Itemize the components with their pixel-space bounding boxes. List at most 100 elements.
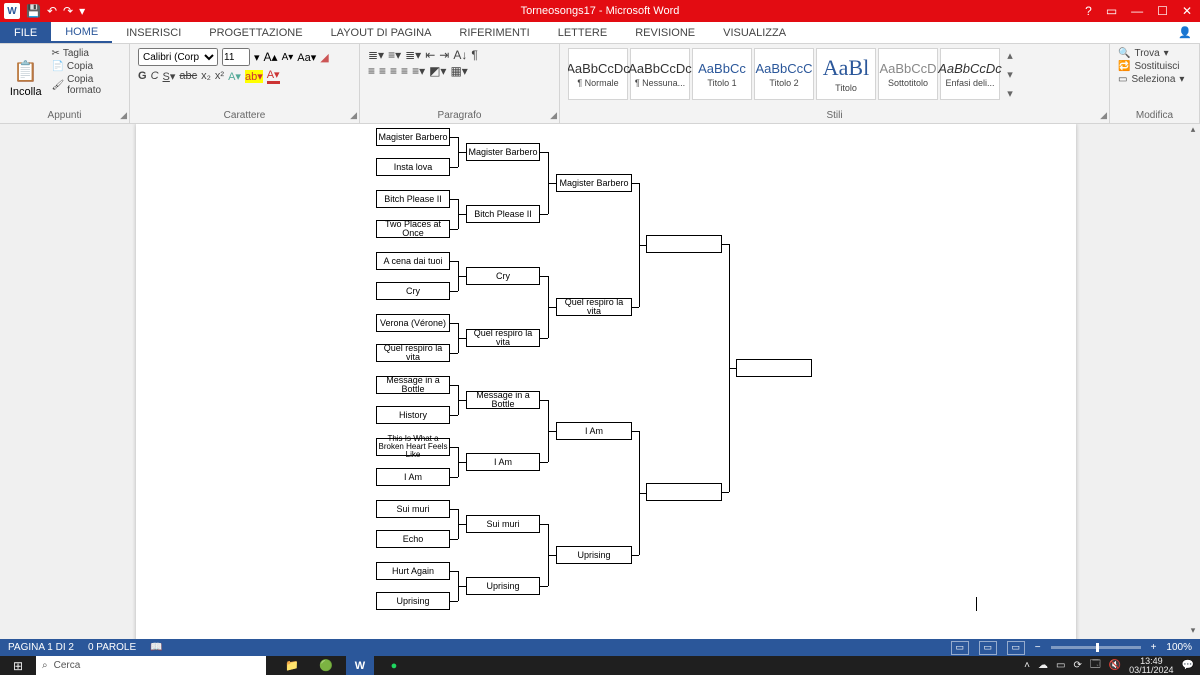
tab-revisione[interactable]: REVISIONE bbox=[621, 22, 709, 43]
notifications-icon[interactable]: 💬 bbox=[1182, 660, 1194, 671]
align-center-icon[interactable]: ≡ bbox=[379, 64, 386, 78]
cut-button[interactable]: ✂Taglia bbox=[51, 48, 121, 59]
zoom-value[interactable]: 100% bbox=[1166, 642, 1192, 653]
file-explorer-icon[interactable]: 📁 bbox=[278, 656, 306, 675]
close-icon[interactable]: ✕ bbox=[1182, 4, 1192, 18]
copy-button[interactable]: 📄Copia bbox=[51, 61, 121, 72]
network-icon[interactable]: ▭ bbox=[1056, 660, 1065, 671]
chrome-icon[interactable]: 🟢 bbox=[312, 656, 340, 675]
shrink-font-icon[interactable]: A▾ bbox=[282, 52, 294, 63]
dialog-launcher-icon[interactable]: ◢ bbox=[550, 110, 557, 121]
redo-icon[interactable]: ↷ bbox=[63, 4, 73, 18]
justify-icon[interactable]: ≡ bbox=[401, 64, 408, 78]
read-mode-icon[interactable]: ▭ bbox=[951, 641, 969, 655]
align-right-icon[interactable]: ≡ bbox=[390, 64, 397, 78]
clock[interactable]: 13:49 03/11/2024 bbox=[1129, 657, 1173, 675]
decrease-indent-icon[interactable]: ⇤ bbox=[425, 48, 435, 62]
underline-button[interactable]: S▾ bbox=[163, 70, 176, 83]
align-left-icon[interactable]: ≡ bbox=[368, 64, 375, 78]
zoom-in-icon[interactable]: + bbox=[1151, 642, 1157, 653]
subscript-button[interactable]: x₂ bbox=[201, 70, 211, 82]
print-layout-icon[interactable]: ▭ bbox=[979, 641, 997, 655]
document-page[interactable]: Magister BarberoInsta lovaBitch Please I… bbox=[136, 124, 1076, 639]
font-size-dropdown-icon[interactable]: ▾ bbox=[254, 51, 260, 64]
bold-button[interactable]: G bbox=[138, 70, 147, 82]
borders-icon[interactable]: ▦▾ bbox=[450, 64, 467, 78]
start-button[interactable]: ⊞ bbox=[0, 659, 36, 673]
web-layout-icon[interactable]: ▭ bbox=[1007, 641, 1025, 655]
tab-home[interactable]: HOME bbox=[51, 22, 112, 43]
styles-scrollbar[interactable]: ▴ ▾ ▾ bbox=[1002, 48, 1018, 100]
style-titolo2[interactable]: AaBbCcCTitolo 2 bbox=[754, 48, 814, 100]
style-titolo1[interactable]: AaBbCcTitolo 1 bbox=[692, 48, 752, 100]
tab-layout[interactable]: LAYOUT DI PAGINA bbox=[317, 22, 446, 43]
clear-formatting-icon[interactable]: ◢ bbox=[320, 51, 328, 64]
font-name-select[interactable]: Calibri (Corp bbox=[138, 48, 218, 66]
style-normale[interactable]: AaBbCcDc¶ Normale bbox=[568, 48, 628, 100]
tab-riferimenti[interactable]: RIFERIMENTI bbox=[445, 22, 543, 43]
dialog-launcher-icon[interactable]: ◢ bbox=[120, 110, 127, 121]
shading-icon[interactable]: ◩▾ bbox=[429, 64, 446, 78]
tab-inserisci[interactable]: INSERISCI bbox=[112, 22, 195, 43]
paste-button[interactable]: 📋 Incolla bbox=[8, 48, 43, 108]
format-painter-button[interactable]: 🖌Copia formato bbox=[51, 74, 121, 96]
select-button[interactable]: ▭Seleziona▾ bbox=[1118, 74, 1191, 85]
font-size-input[interactable] bbox=[222, 48, 250, 66]
numbering-icon[interactable]: ≡▾ bbox=[388, 48, 401, 62]
chevron-up-icon[interactable]: ▴ bbox=[1007, 49, 1013, 62]
update-icon[interactable]: ⟳ bbox=[1073, 660, 1081, 671]
save-icon[interactable]: 💾 bbox=[26, 4, 41, 18]
superscript-button[interactable]: x² bbox=[215, 70, 224, 82]
text-effects-icon[interactable]: A▾ bbox=[228, 70, 241, 83]
tab-lettere[interactable]: LETTERE bbox=[544, 22, 622, 43]
ribbon-display-icon[interactable]: ▭ bbox=[1106, 4, 1117, 18]
style-titolo[interactable]: AaBlTitolo bbox=[816, 48, 876, 100]
chevron-down-icon[interactable]: ▾ bbox=[1007, 68, 1013, 81]
word-count[interactable]: 0 PAROLE bbox=[88, 642, 136, 653]
taskbar-search[interactable]: ⌕ Cerca bbox=[36, 656, 266, 675]
increase-indent-icon[interactable]: ⇥ bbox=[439, 48, 449, 62]
proofing-icon[interactable]: 📖 bbox=[150, 642, 162, 653]
dialog-launcher-icon[interactable]: ◢ bbox=[350, 110, 357, 121]
qat-dropdown-icon[interactable]: ▾ bbox=[79, 4, 85, 18]
zoom-slider[interactable] bbox=[1051, 646, 1141, 649]
spotify-icon[interactable]: ● bbox=[380, 656, 408, 675]
help-icon[interactable]: ? bbox=[1085, 4, 1092, 18]
speaker-icon[interactable]: 🔇 bbox=[1109, 660, 1121, 671]
tray-chevron-icon[interactable]: ˄ bbox=[1024, 660, 1030, 671]
line-spacing-icon[interactable]: ≡▾ bbox=[412, 64, 425, 78]
maximize-icon[interactable]: ☐ bbox=[1157, 4, 1168, 18]
font-color-icon[interactable]: A▾ bbox=[267, 68, 280, 84]
grow-font-icon[interactable]: A▴ bbox=[264, 50, 278, 64]
tab-file[interactable]: FILE bbox=[0, 22, 51, 43]
style-sottotitolo[interactable]: AaBbCcDSottotitolo bbox=[878, 48, 938, 100]
tab-visualizza[interactable]: VISUALIZZA bbox=[709, 22, 800, 43]
change-case-icon[interactable]: Aa▾ bbox=[297, 51, 316, 64]
word-taskbar-icon[interactable]: W bbox=[346, 656, 374, 675]
bracket-box: Quel respiro la vita bbox=[466, 329, 540, 347]
scroll-down-icon[interactable]: ▾ bbox=[1186, 625, 1200, 639]
highlight-icon[interactable]: ab▾ bbox=[245, 70, 263, 83]
zoom-out-icon[interactable]: − bbox=[1035, 642, 1041, 653]
bullets-icon[interactable]: ≣▾ bbox=[368, 48, 384, 62]
sort-icon[interactable]: A↓ bbox=[453, 48, 467, 62]
undo-icon[interactable]: ↶ bbox=[47, 4, 57, 18]
tab-progettazione[interactable]: PROGETTAZIONE bbox=[195, 22, 316, 43]
replace-button[interactable]: 🔁Sostituisci bbox=[1118, 61, 1191, 72]
user-account-icon[interactable]: 👤 bbox=[1170, 22, 1200, 43]
dialog-launcher-icon[interactable]: ◢ bbox=[1100, 110, 1107, 121]
show-marks-icon[interactable]: ¶ bbox=[471, 48, 477, 62]
styles-expand-icon[interactable]: ▾ bbox=[1007, 87, 1013, 100]
multilevel-icon[interactable]: ≣▾ bbox=[405, 48, 421, 62]
page-indicator[interactable]: PAGINA 1 DI 2 bbox=[8, 642, 74, 653]
onedrive-icon[interactable]: ☁ bbox=[1038, 660, 1048, 671]
lang-icon[interactable]: 🗔 bbox=[1090, 657, 1101, 674]
style-enfasi[interactable]: AaBbCcDcEnfasi deli... bbox=[940, 48, 1000, 100]
find-button[interactable]: 🔍Trova▾ bbox=[1118, 48, 1191, 59]
strikethrough-button[interactable]: abc bbox=[179, 70, 197, 82]
style-nessuna[interactable]: AaBbCcDc¶ Nessuna... bbox=[630, 48, 690, 100]
scroll-up-icon[interactable]: ▴ bbox=[1186, 124, 1200, 138]
italic-button[interactable]: C bbox=[151, 70, 159, 82]
minimize-icon[interactable]: — bbox=[1131, 4, 1143, 18]
vertical-scrollbar[interactable]: ▴ ▾ bbox=[1186, 124, 1200, 639]
